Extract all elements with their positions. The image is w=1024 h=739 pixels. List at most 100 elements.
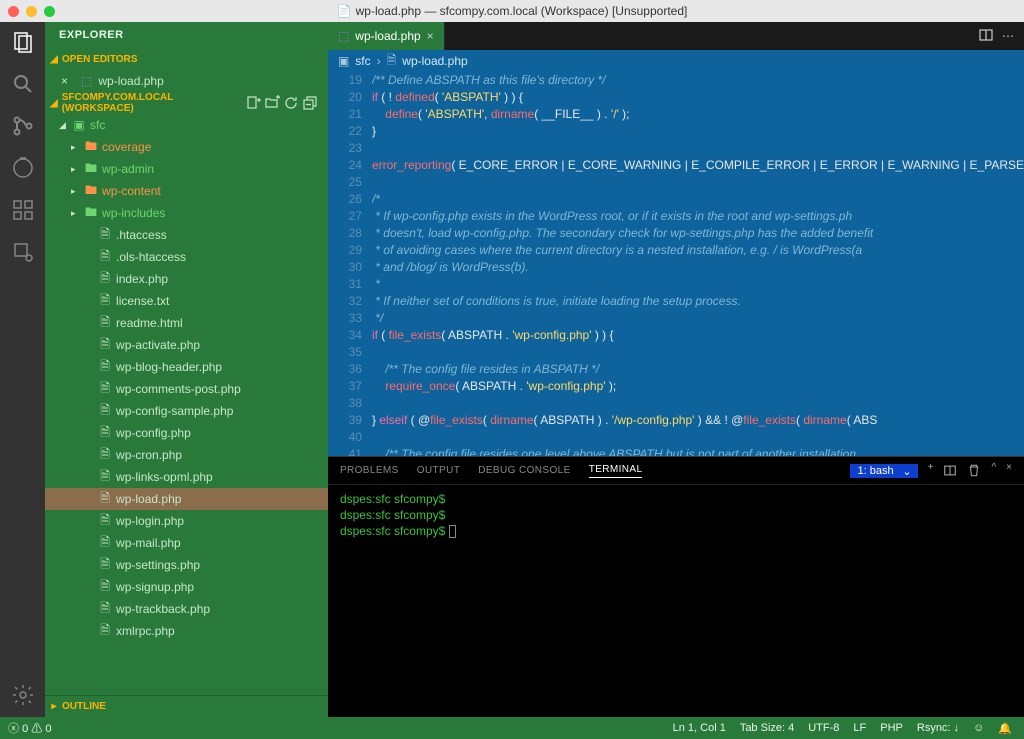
tree-file-item[interactable]: 🗎wp-settings.php [45,554,328,576]
file-icon: 🗎 [98,536,112,550]
open-editors-header[interactable]: ◢ OPEN EDITORS [45,48,328,70]
file-icon: 🗎 [387,51,397,72]
file-icon: 🗎 [98,360,112,374]
kill-terminal-icon[interactable] [967,462,981,479]
tree-folder-item[interactable]: ▸🖿wp-includes [45,202,328,224]
window-maximize-button[interactable] [44,6,55,17]
panel-tab-output[interactable]: OUTPUT [417,465,461,476]
file-icon: 🗎 [98,470,112,484]
open-editor-item[interactable]: ×⬚wp-load.php [45,70,328,92]
file-icon: 🗎 [98,316,112,330]
tree-file-item[interactable]: 🗎wp-comments-post.php [45,378,328,400]
window-close-button[interactable] [8,6,19,17]
tree-item-label: wp-trackback.php [116,602,210,616]
tree-file-item[interactable]: 🗎 wp-signup.php [45,576,328,598]
tree-file-item[interactable]: 🗎wp-config.php [45,422,328,444]
source-control-icon[interactable] [11,114,35,138]
split-terminal-icon[interactable] [943,462,957,479]
tree-item-label: wp-load.php [116,492,181,506]
tree-file-item[interactable]: 🗎 wp-blog-header.php [45,356,328,378]
tree-file-item[interactable]: 🗎wp-links-opml.php [45,466,328,488]
folder-icon: 🖿 [84,140,98,154]
maximize-panel-icon[interactable]: ^ [991,462,996,479]
status-encoding[interactable]: UTF-8 [808,722,839,734]
tree-file-item[interactable]: 🗎xmlrpc.php [45,620,328,642]
tree-file-item[interactable]: 🗎.ols-htaccess [45,246,328,268]
tree-folder-item[interactable]: ▸🖿wp-content [45,180,328,202]
new-terminal-icon[interactable]: + [928,462,934,479]
tree-file-item[interactable]: 🗎 wp-config-sample.php [45,400,328,422]
search-icon[interactable] [11,72,35,96]
tree-folder-item[interactable]: ◢▣sfc [45,114,328,136]
status-eol[interactable]: LF [853,722,866,734]
new-folder-icon[interactable] [264,95,280,111]
explorer-icon[interactable] [11,30,35,54]
file-icon: 📄 [337,4,352,18]
file-icon: 🗎 [98,228,112,242]
panel-tab-debug-console[interactable]: DEBUG CONSOLE [478,465,570,476]
status-errors[interactable]: ⓧ 0 ⚠ 0 [8,720,51,736]
tree-file-item[interactable]: 🗎wp-load.php [45,488,328,510]
terminal[interactable]: dspes:sfc sfcompy$dspes:sfc sfcompy$dspe… [328,485,1024,717]
tree-item-label: wp-blog-header.php [116,360,222,374]
status-feedback-icon[interactable]: ☺ [973,722,984,734]
tree-file-item[interactable]: 🗎license.txt [45,290,328,312]
tree-item-label: wp-config-sample.php [116,404,233,418]
chevron-down-icon: ◢ [49,98,59,109]
panel-tab-terminal[interactable]: TERMINAL [589,464,643,478]
file-icon: 🗎 [98,426,112,440]
breadcrumb[interactable]: ▣ sfc › 🗎 wp-load.php [328,50,1024,72]
split-editor-icon[interactable] [978,27,994,46]
tab-close-icon[interactable]: × [427,29,434,43]
chevron-right-icon: ▸ [71,186,80,197]
tree-file-item[interactable]: 🗎wp-mail.php [45,532,328,554]
workspace-header[interactable]: ◢ SFCOMPY.COM.LOCAL (WORKSPACE) [45,92,328,114]
collapse-all-icon[interactable] [302,95,318,111]
tree-file-item[interactable]: 🗎index.php [45,268,328,290]
editor-tabs: ⬚ wp-load.php × ⋯ [328,22,1024,50]
window-minimize-button[interactable] [26,6,37,17]
status-bar: ⓧ 0 ⚠ 0 Ln 1, Col 1 Tab Size: 4 UTF-8 LF… [0,717,1024,739]
extensions-icon[interactable] [11,198,35,222]
status-language[interactable]: PHP [880,722,903,734]
debug-icon[interactable] [11,156,35,180]
code-editor[interactable]: 1920212223242526272829303132333435363738… [328,72,1024,456]
tree-item-label: .htaccess [116,228,167,242]
status-bell-icon[interactable]: 🔔 [998,722,1012,735]
tree-file-item[interactable]: 🗎wp-login.php [45,510,328,532]
tab-wp-load[interactable]: ⬚ wp-load.php × [328,22,445,50]
status-rsync[interactable]: Rsync: ↓ [917,722,959,734]
tree-item-label: wp-signup.php [116,580,194,594]
status-tab-size[interactable]: Tab Size: 4 [740,722,794,734]
sidebar: EXPLORER ◢ OPEN EDITORS ×⬚wp-load.php ◢ … [45,22,328,717]
file-icon: ⬚ [81,74,92,88]
close-icon[interactable]: × [61,74,75,88]
tree-item-label: wp-admin [102,162,154,176]
tree-folder-item[interactable]: ▸🖿wp-admin [45,158,328,180]
tree-file-item[interactable]: 🗎 .htaccess [45,224,328,246]
tree-file-item[interactable]: 🗎wp-activate.php [45,334,328,356]
chevron-down-icon: ◢ [59,120,68,131]
settings-gear-icon[interactable] [11,683,35,707]
chevron-down-icon: ◢ [49,54,59,65]
status-position[interactable]: Ln 1, Col 1 [673,722,726,734]
outline-header[interactable]: ▸ OUTLINE [45,695,328,717]
tree-folder-item[interactable]: ▸🖿coverage [45,136,328,158]
tree-file-item[interactable]: 🗎wp-trackback.php [45,598,328,620]
refresh-icon[interactable] [283,95,299,111]
tree-item-label: wp-login.php [116,514,184,528]
tree-item-label: xmlrpc.php [116,624,175,638]
new-file-icon[interactable] [245,95,261,111]
file-icon: 🗎 [98,404,112,418]
file-icon: 🗎 [98,580,112,594]
panel-tab-problems[interactable]: PROBLEMS [340,465,399,476]
file-icon: 🗎 [98,448,112,462]
tree-file-item[interactable]: 🗎wp-cron.php [45,444,328,466]
more-actions-icon[interactable]: ⋯ [1002,29,1014,43]
tree-file-item[interactable]: 🗎readme.html [45,312,328,334]
close-panel-icon[interactable]: × [1006,462,1012,479]
terminal-selector[interactable]: 1: bash ⌄ [850,464,918,478]
settings-extra-icon[interactable] [11,240,35,264]
folder-icon: 🖿 [84,206,98,220]
tree-item-label: coverage [102,140,151,154]
